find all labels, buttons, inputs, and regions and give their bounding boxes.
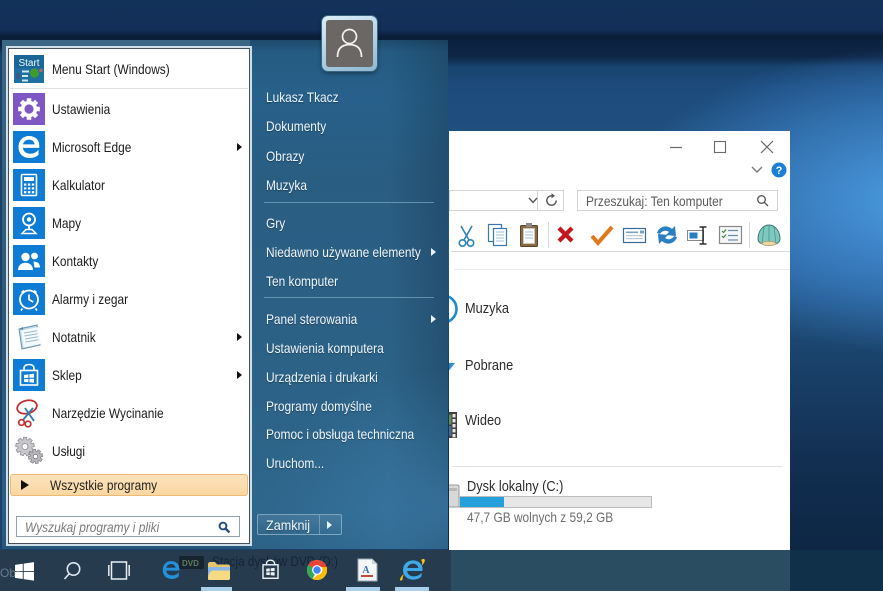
svg-text:Start: Start bbox=[18, 58, 39, 69]
svg-text:A: A bbox=[362, 565, 370, 576]
